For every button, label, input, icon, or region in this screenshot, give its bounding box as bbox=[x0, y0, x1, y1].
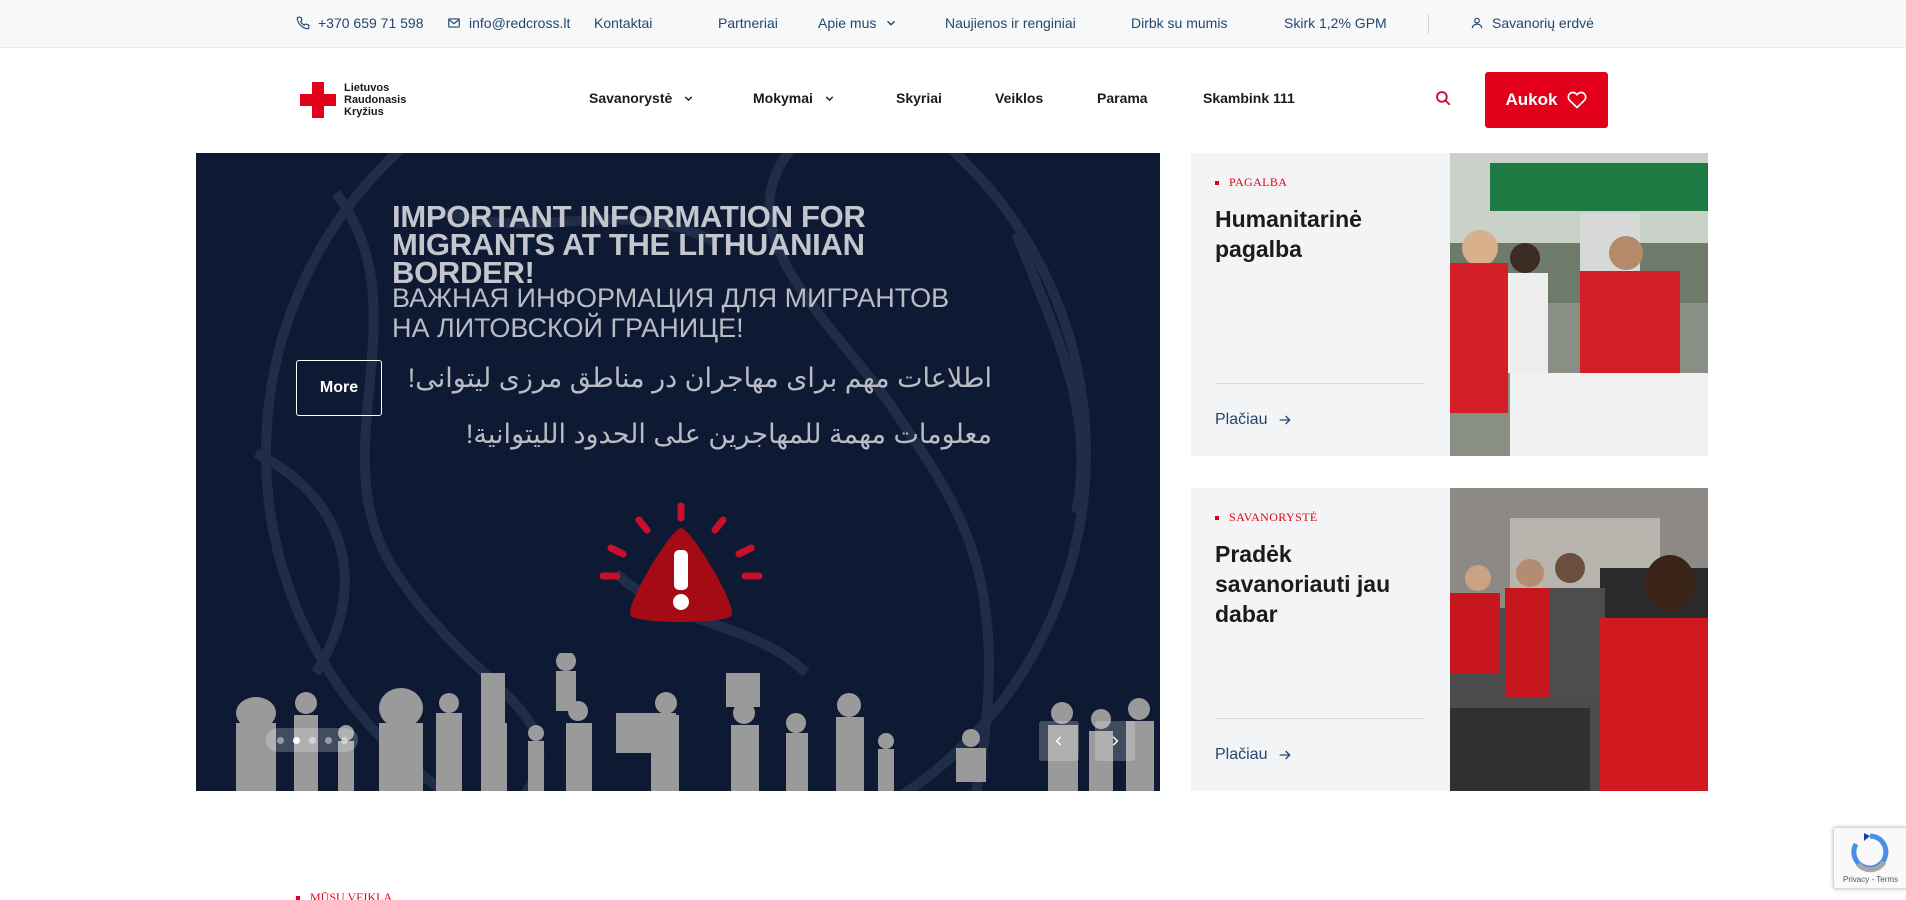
email-link[interactable]: info@redcross.lt bbox=[447, 0, 570, 46]
nav-mokymai[interactable]: Mokymai bbox=[753, 86, 836, 110]
arrow-right-icon bbox=[1280, 415, 1292, 425]
chevron-down-icon bbox=[825, 95, 834, 101]
topbar-divider bbox=[1428, 14, 1429, 34]
user-icon bbox=[1471, 17, 1483, 29]
nav-savanoryste[interactable]: Savanorystė bbox=[589, 86, 695, 110]
slider-dot[interactable] bbox=[340, 736, 348, 744]
phone-link[interactable]: +370 659 71 598 bbox=[296, 0, 424, 46]
chevron-down-icon bbox=[685, 95, 693, 101]
card-read-more-link[interactable]: Plačiau bbox=[1215, 411, 1293, 429]
card-text: SAVANORYSTĖ Pradėk savanoriauti jau daba… bbox=[1191, 488, 1449, 791]
card-category: SAVANORYSTĖ bbox=[1215, 510, 1425, 525]
card-volunteering[interactable]: SAVANORYSTĖ Pradėk savanoriauti jau daba… bbox=[1191, 488, 1708, 791]
card-divider bbox=[1215, 718, 1425, 719]
card-divider bbox=[1215, 383, 1425, 384]
recaptcha-icon bbox=[1851, 833, 1889, 873]
site-logo[interactable]: Lietuvos Raudonasis Kryžius bbox=[300, 82, 406, 118]
chevron-right-icon bbox=[1112, 736, 1119, 746]
topbar-link-partneriai[interactable]: Partneriai bbox=[718, 0, 778, 46]
recaptcha-badge[interactable]: Privacy - Terms bbox=[1833, 827, 1906, 889]
section-label-our-activities: MŪSŲ VEIKLA bbox=[296, 890, 392, 900]
slide-persian-text: اطلاعات مهم برای مهاجران در مناطق مرزی ل… bbox=[407, 363, 992, 393]
chevron-down-icon bbox=[887, 20, 896, 26]
card-photo-volunteers bbox=[1450, 153, 1708, 456]
topbar-link-apie-mus[interactable]: Apie mus bbox=[818, 0, 898, 46]
heart-icon bbox=[1567, 91, 1587, 109]
top-bar: +370 659 71 598 info@redcross.lt Kontakt… bbox=[0, 0, 1906, 48]
search-button[interactable] bbox=[1434, 89, 1452, 107]
logo-text: Lietuvos Raudonasis Kryžius bbox=[344, 82, 407, 118]
migrants-silhouette-illustration bbox=[236, 653, 1154, 791]
volunteer-area-link[interactable]: Savanorių erdvė bbox=[1470, 0, 1594, 46]
card-photo-call-center bbox=[1450, 488, 1708, 791]
nav-veiklos[interactable]: Veiklos bbox=[995, 86, 1043, 110]
slider-pagination bbox=[266, 728, 358, 752]
hero-slider: IMPORTANT INFORMATION FOR MIGRANTS AT TH… bbox=[196, 153, 1160, 791]
slider-dot[interactable] bbox=[308, 736, 316, 744]
main-header: Lietuvos Raudonasis Kryžius Savanorystė … bbox=[0, 48, 1906, 152]
topbar-link-dirbk[interactable]: Dirbk su mumis bbox=[1131, 0, 1227, 46]
more-button[interactable]: More bbox=[296, 360, 382, 416]
slider-dot-active[interactable] bbox=[292, 736, 300, 744]
search-icon bbox=[1436, 91, 1451, 106]
card-title[interactable]: Pradėk savanoriauti jau dabar bbox=[1215, 539, 1425, 629]
red-cross-icon bbox=[300, 82, 336, 118]
donate-button[interactable]: Aukok bbox=[1485, 72, 1608, 128]
warning-icon bbox=[599, 502, 763, 622]
email-address: info@redcross.lt bbox=[469, 15, 571, 31]
nav-parama[interactable]: Parama bbox=[1097, 86, 1148, 110]
nav-skambink[interactable]: Skambink 111 bbox=[1203, 86, 1295, 110]
arrow-right-icon bbox=[1280, 750, 1292, 760]
slider-dot[interactable] bbox=[276, 736, 284, 744]
card-text: PAGALBA Humanitarinė pagalba Plačiau bbox=[1191, 153, 1449, 456]
card-humanitarian-aid[interactable]: PAGALBA Humanitarinė pagalba Plačiau bbox=[1191, 153, 1708, 456]
slide-arabic-text: معلومات مهمة للمهاجرين على الحدود الليتو… bbox=[465, 419, 992, 449]
slide-russian-text: ВАЖНАЯ ИНФОРМАЦИЯ ДЛЯ МИГРАНТОВ НА ЛИТОВ… bbox=[392, 283, 950, 343]
slider-dot[interactable] bbox=[324, 736, 332, 744]
slider-next-button[interactable] bbox=[1095, 721, 1135, 761]
card-title[interactable]: Humanitarinė pagalba bbox=[1215, 204, 1425, 264]
nav-skyriai[interactable]: Skyriai bbox=[896, 86, 942, 110]
card-read-more-link[interactable]: Plačiau bbox=[1215, 746, 1293, 764]
mail-icon bbox=[448, 18, 460, 28]
recaptcha-terms[interactable]: Privacy - Terms bbox=[1834, 875, 1906, 884]
chevron-left-icon bbox=[1055, 736, 1062, 746]
slide-title: IMPORTANT INFORMATION FOR MIGRANTS AT TH… bbox=[392, 199, 866, 290]
topbar-link-gpm[interactable]: Skirk 1,2% GPM bbox=[1284, 0, 1387, 46]
phone-number: +370 659 71 598 bbox=[318, 15, 424, 31]
phone-icon bbox=[296, 16, 310, 30]
slider-prev-button[interactable] bbox=[1039, 721, 1079, 761]
topbar-link-kontaktai[interactable]: Kontaktai bbox=[594, 0, 652, 46]
topbar-link-naujienos[interactable]: Naujienos ir renginiai bbox=[945, 0, 1076, 46]
card-category: PAGALBA bbox=[1215, 175, 1425, 190]
